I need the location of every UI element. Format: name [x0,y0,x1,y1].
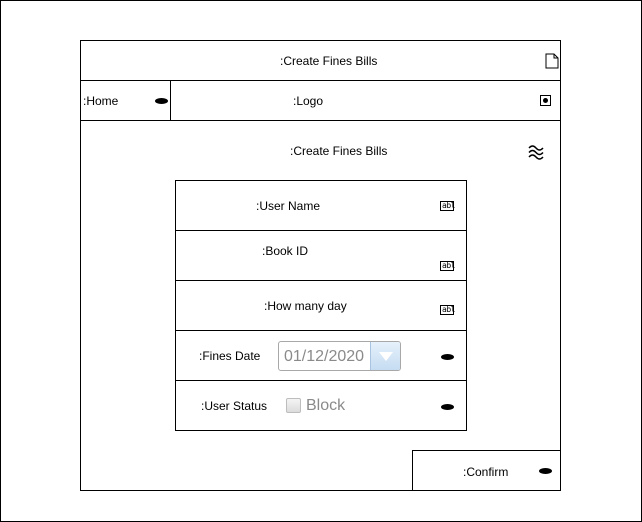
block-checkbox[interactable] [286,398,301,413]
fines-date-value: 01/12/2020 [284,348,365,365]
chevron-down-icon [379,352,393,361]
block-label: Block [306,397,346,414]
book-id-row[interactable]: :Book ID abl [175,230,467,281]
book-id-label: :Book ID [262,244,309,258]
how-many-day-row[interactable]: :How many day abl [175,280,467,331]
section-title: :Create Fines Bills [290,144,388,158]
confirm-label: :Confirm [463,465,509,479]
logo-label: :Logo [293,94,324,108]
confirm-button[interactable]: :Confirm [412,450,561,491]
header-bar: :Create Fines Bills [80,40,561,81]
home-label: :Home [83,94,119,108]
document-icon [545,53,559,69]
user-status-label: :User Status [201,399,268,413]
user-status-indicator-icon [441,404,454,410]
how-many-day-label: :How many day [264,299,347,313]
book-id-textfield-icon: abl [440,261,455,271]
fines-date-picker[interactable]: 01/12/2020 [278,341,401,371]
fines-date-indicator-icon [441,354,454,360]
logo-radio-icon [540,95,551,106]
date-dropdown-button[interactable] [370,342,400,370]
user-status-row: :User Status Block [175,380,467,431]
fines-date-row: :Fines Date 01/12/2020 [175,330,467,381]
logo-area: :Logo [170,80,561,121]
fines-date-label: :Fines Date [199,349,261,363]
header-title: :Create Fines Bills [280,54,378,68]
user-name-label: :User Name [256,199,321,213]
home-nav-item[interactable]: :Home [80,80,171,121]
approx-wave-icon [528,145,544,160]
home-indicator-icon [155,98,168,104]
how-many-day-textfield-icon: abl [440,305,455,315]
user-name-textfield-icon: abl [440,201,455,211]
section-header: :Create Fines Bills [80,120,561,181]
confirm-indicator-icon [539,468,552,474]
user-name-row[interactable]: :User Name abl [175,180,467,231]
